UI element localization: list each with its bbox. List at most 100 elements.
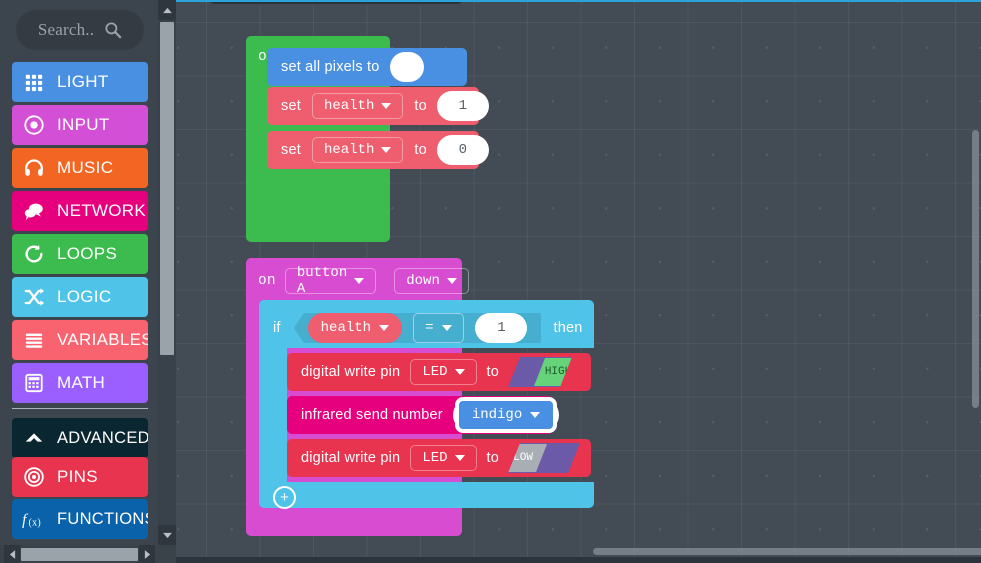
digital-value-field[interactable]: HIGH — [534, 358, 582, 386]
condition-slot[interactable]: health = 1 — [293, 313, 542, 343]
sidebar-item-logic[interactable]: LOGIC — [12, 277, 148, 317]
canvas-horizontal-scrollbar[interactable] — [593, 548, 981, 555]
event-value-label: down — [406, 273, 440, 289]
if-body-spine — [259, 348, 287, 482]
chevron-down-icon — [381, 103, 392, 109]
block-set-variable-2[interactable]: set health to 0 — [267, 131, 489, 169]
block-set-variable-1[interactable]: set health to 1 — [267, 87, 489, 125]
sidebar-item-label: LOOPS — [57, 244, 118, 263]
sidebar-item-music[interactable]: MUSIC — [12, 148, 148, 188]
sidebar-item-input[interactable]: INPUT — [12, 105, 148, 145]
to-keyword-label: to — [414, 142, 427, 158]
sidebar-item-math[interactable]: MATH — [12, 363, 148, 403]
sidebar-item-variables[interactable]: VARIABLES — [12, 320, 148, 360]
sidebar-item-network[interactable]: NETWORK — [12, 191, 148, 231]
if-keyword-label: if — [273, 320, 281, 336]
block-set-all-pixels[interactable]: set all pixels to — [267, 48, 467, 86]
chevron-down-icon — [442, 325, 453, 331]
sidebar-item-label: VARIABLES — [57, 330, 148, 349]
toolbox-divider — [12, 408, 148, 409]
chevron-up-icon — [22, 426, 46, 450]
plus-circle-icon[interactable]: + — [273, 486, 296, 509]
pin-dropdown[interactable]: LED — [410, 359, 477, 385]
sidebar-item-label: NETWORK — [57, 201, 146, 220]
search-icon — [104, 21, 122, 39]
toolbox-sidebar: Search.. LIGHT INPUT MUSIC NETWORK LOOPS… — [0, 0, 176, 563]
to-keyword-label: to — [414, 98, 427, 114]
pin-value-label: LED — [422, 450, 448, 466]
variable-dropdown[interactable]: health — [311, 137, 404, 163]
number-field[interactable]: 1 — [475, 313, 528, 343]
blocks-canvas[interactable]: on start set all pixels to set health to… — [176, 0, 981, 563]
chevron-right-icon[interactable] — [139, 545, 155, 563]
sidebar-item-light[interactable]: LIGHT — [12, 62, 148, 102]
sidebar-item-loops[interactable]: LOOPS — [12, 234, 148, 274]
operator-dropdown[interactable]: = — [413, 313, 465, 343]
chevron-up-icon[interactable] — [158, 0, 176, 20]
lines-icon — [22, 328, 46, 352]
toolbox-vertical-scrollbar[interactable] — [158, 0, 176, 545]
chevron-down-icon[interactable] — [158, 525, 176, 545]
digital-write-label: digital write pin — [301, 364, 401, 380]
set-keyword-label: set — [281, 142, 301, 158]
sidebar-item-label: FUNCTIONS — [57, 509, 148, 528]
block-digital-write-low[interactable]: digital write pin LED to LOW — [287, 439, 591, 477]
sidebar-item-label: ADVANCED — [57, 428, 148, 447]
operator-label: = — [425, 320, 434, 336]
button-value-label: button A — [296, 265, 348, 297]
sidebar-item-label: MATH — [57, 373, 106, 392]
grid-icon — [22, 70, 46, 94]
sidebar-item-functions[interactable]: f (x) FUNCTIONS — [12, 499, 148, 539]
number-field[interactable]: 1 — [436, 91, 489, 121]
chevron-left-icon[interactable] — [4, 545, 20, 563]
scrollbar-thumb[interactable] — [160, 22, 174, 355]
on-button-header: on button A down — [258, 265, 469, 297]
if-condition-row: if health = 1 then — [273, 313, 583, 343]
sidebar-item-label: INPUT — [57, 115, 110, 134]
calculator-icon — [22, 371, 46, 395]
value-slot[interactable]: LOW — [508, 443, 580, 473]
to-keyword-label: to — [486, 450, 500, 466]
sidebar-item-advanced[interactable]: ADVANCED — [12, 418, 148, 458]
block-infrared-send-number[interactable]: infrared send number indigo — [287, 396, 560, 434]
infrared-value-label: indigo — [471, 407, 523, 423]
infrared-send-label: infrared send number — [301, 407, 443, 423]
button-dropdown[interactable]: button A — [284, 265, 377, 297]
chevron-down-icon — [454, 369, 465, 375]
toolbox-horizontal-scrollbar[interactable] — [0, 545, 158, 563]
bullseye-icon — [22, 465, 46, 489]
number-field[interactable]: 0 — [436, 135, 489, 165]
value-slot[interactable]: HIGH — [508, 357, 572, 387]
sidebar-item-label: LIGHT — [57, 72, 109, 91]
block-digital-write-high[interactable]: digital write pin LED to HIGH — [287, 353, 591, 391]
selected-field-highlight: indigo — [452, 398, 560, 432]
scrollbar-thumb[interactable] — [21, 548, 138, 561]
variable-dropdown[interactable]: health — [311, 93, 404, 119]
pin-dropdown[interactable]: LED — [410, 445, 477, 471]
sidebar-item-pins[interactable]: PINS — [12, 457, 148, 497]
digital-value-field[interactable]: LOW — [499, 444, 547, 472]
event-dropdown[interactable]: down — [394, 268, 469, 294]
sidebar-item-label: PINS — [57, 467, 98, 486]
infrared-value-dropdown[interactable]: indigo — [456, 399, 556, 431]
blocks-editor: Search.. LIGHT INPUT MUSIC NETWORK LOOPS… — [0, 0, 981, 563]
on-keyword-label: on — [258, 273, 276, 289]
on-start-statement-stack: set all pixels to set health to 1 set he… — [267, 48, 489, 169]
chat-icon — [22, 199, 46, 223]
sidebar-item-label: MUSIC — [57, 158, 114, 177]
search-placeholder: Search.. — [37, 20, 95, 39]
chevron-down-icon — [381, 147, 392, 153]
if-header-bar[interactable]: if health = 1 then — [259, 300, 594, 348]
target-icon — [22, 113, 46, 137]
variable-name-label: health — [320, 320, 372, 336]
if-footer-bar — [259, 482, 594, 508]
pin-value-label: LED — [422, 364, 448, 380]
svg-text:(x): (x) — [29, 517, 41, 528]
color-swatch-field[interactable] — [389, 52, 424, 82]
variable-dropdown[interactable]: health — [307, 313, 403, 343]
block-if-then[interactable]: if health = 1 then + digital write pin L… — [259, 300, 594, 509]
search-input[interactable]: Search.. — [16, 10, 144, 50]
refresh-icon — [22, 242, 46, 266]
canvas-vertical-scrollbar[interactable] — [972, 130, 979, 408]
digital-write-label: digital write pin — [301, 450, 401, 466]
